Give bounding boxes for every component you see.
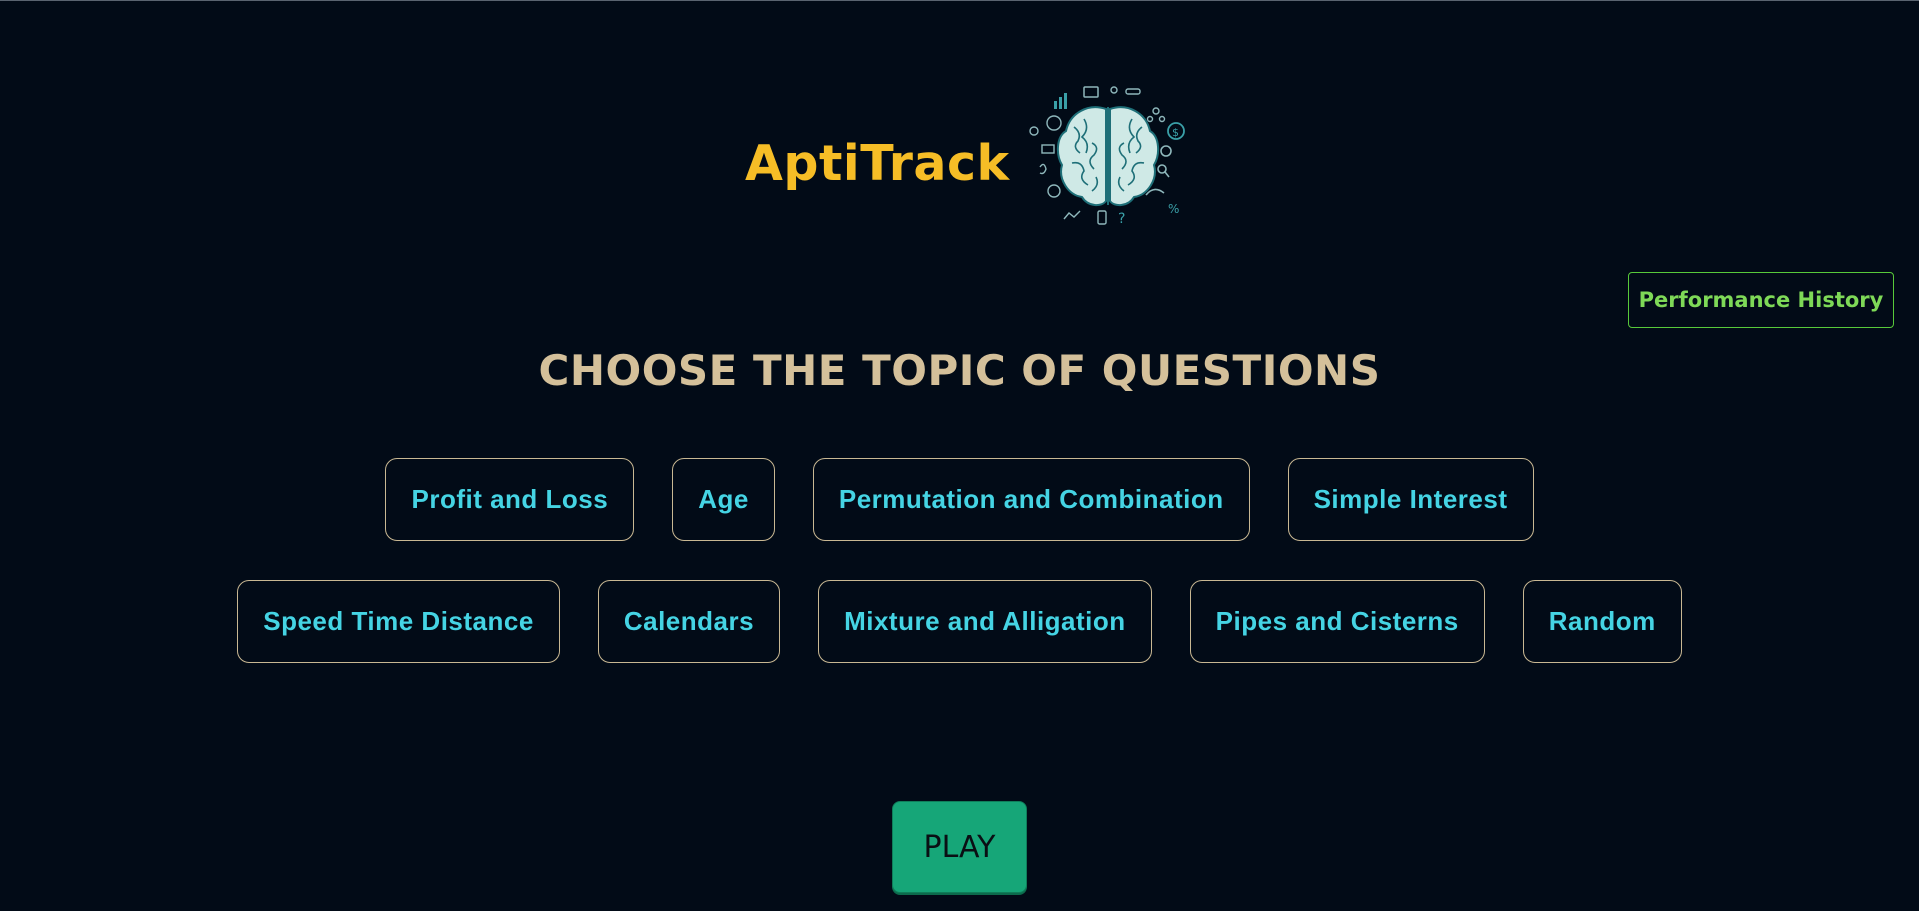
svg-text:?: ? <box>1118 211 1125 227</box>
brain-icon: $ % ? <box>1028 86 1185 227</box>
performance-history-button[interactable]: Performance History <box>1628 272 1894 328</box>
topics-row-2: Speed Time Distance Calendars Mixture an… <box>0 580 1919 663</box>
svg-text:$: $ <box>1172 126 1179 139</box>
play-button[interactable]: PLAY <box>892 801 1027 893</box>
topic-random-button[interactable]: Random <box>1522 580 1682 663</box>
app-page: AptiTrack $ % ? Performance History CHOO… <box>0 0 1919 911</box>
topic-age-button[interactable]: Age <box>672 458 775 541</box>
svg-text:%: % <box>1168 202 1179 216</box>
topic-calendars-button[interactable]: Calendars <box>597 580 781 663</box>
brand: AptiTrack $ % ? <box>745 83 1188 243</box>
topic-simple-interest-button[interactable]: Simple Interest <box>1287 458 1534 541</box>
topic-permutation-and-combination-button[interactable]: Permutation and Combination <box>812 458 1250 541</box>
topics-row-1: Profit and Loss Age Permutation and Comb… <box>0 458 1919 541</box>
topic-mixture-and-alligation-button[interactable]: Mixture and Alligation <box>818 580 1152 663</box>
app-title: AptiTrack <box>745 134 1010 192</box>
page-title: CHOOSE THE TOPIC OF QUESTIONS <box>538 346 1381 395</box>
topic-speed-time-distance-button[interactable]: Speed Time Distance <box>237 580 560 663</box>
topic-pipes-and-cisterns-button[interactable]: Pipes and Cisterns <box>1189 580 1485 663</box>
topic-profit-and-loss-button[interactable]: Profit and Loss <box>385 458 635 541</box>
